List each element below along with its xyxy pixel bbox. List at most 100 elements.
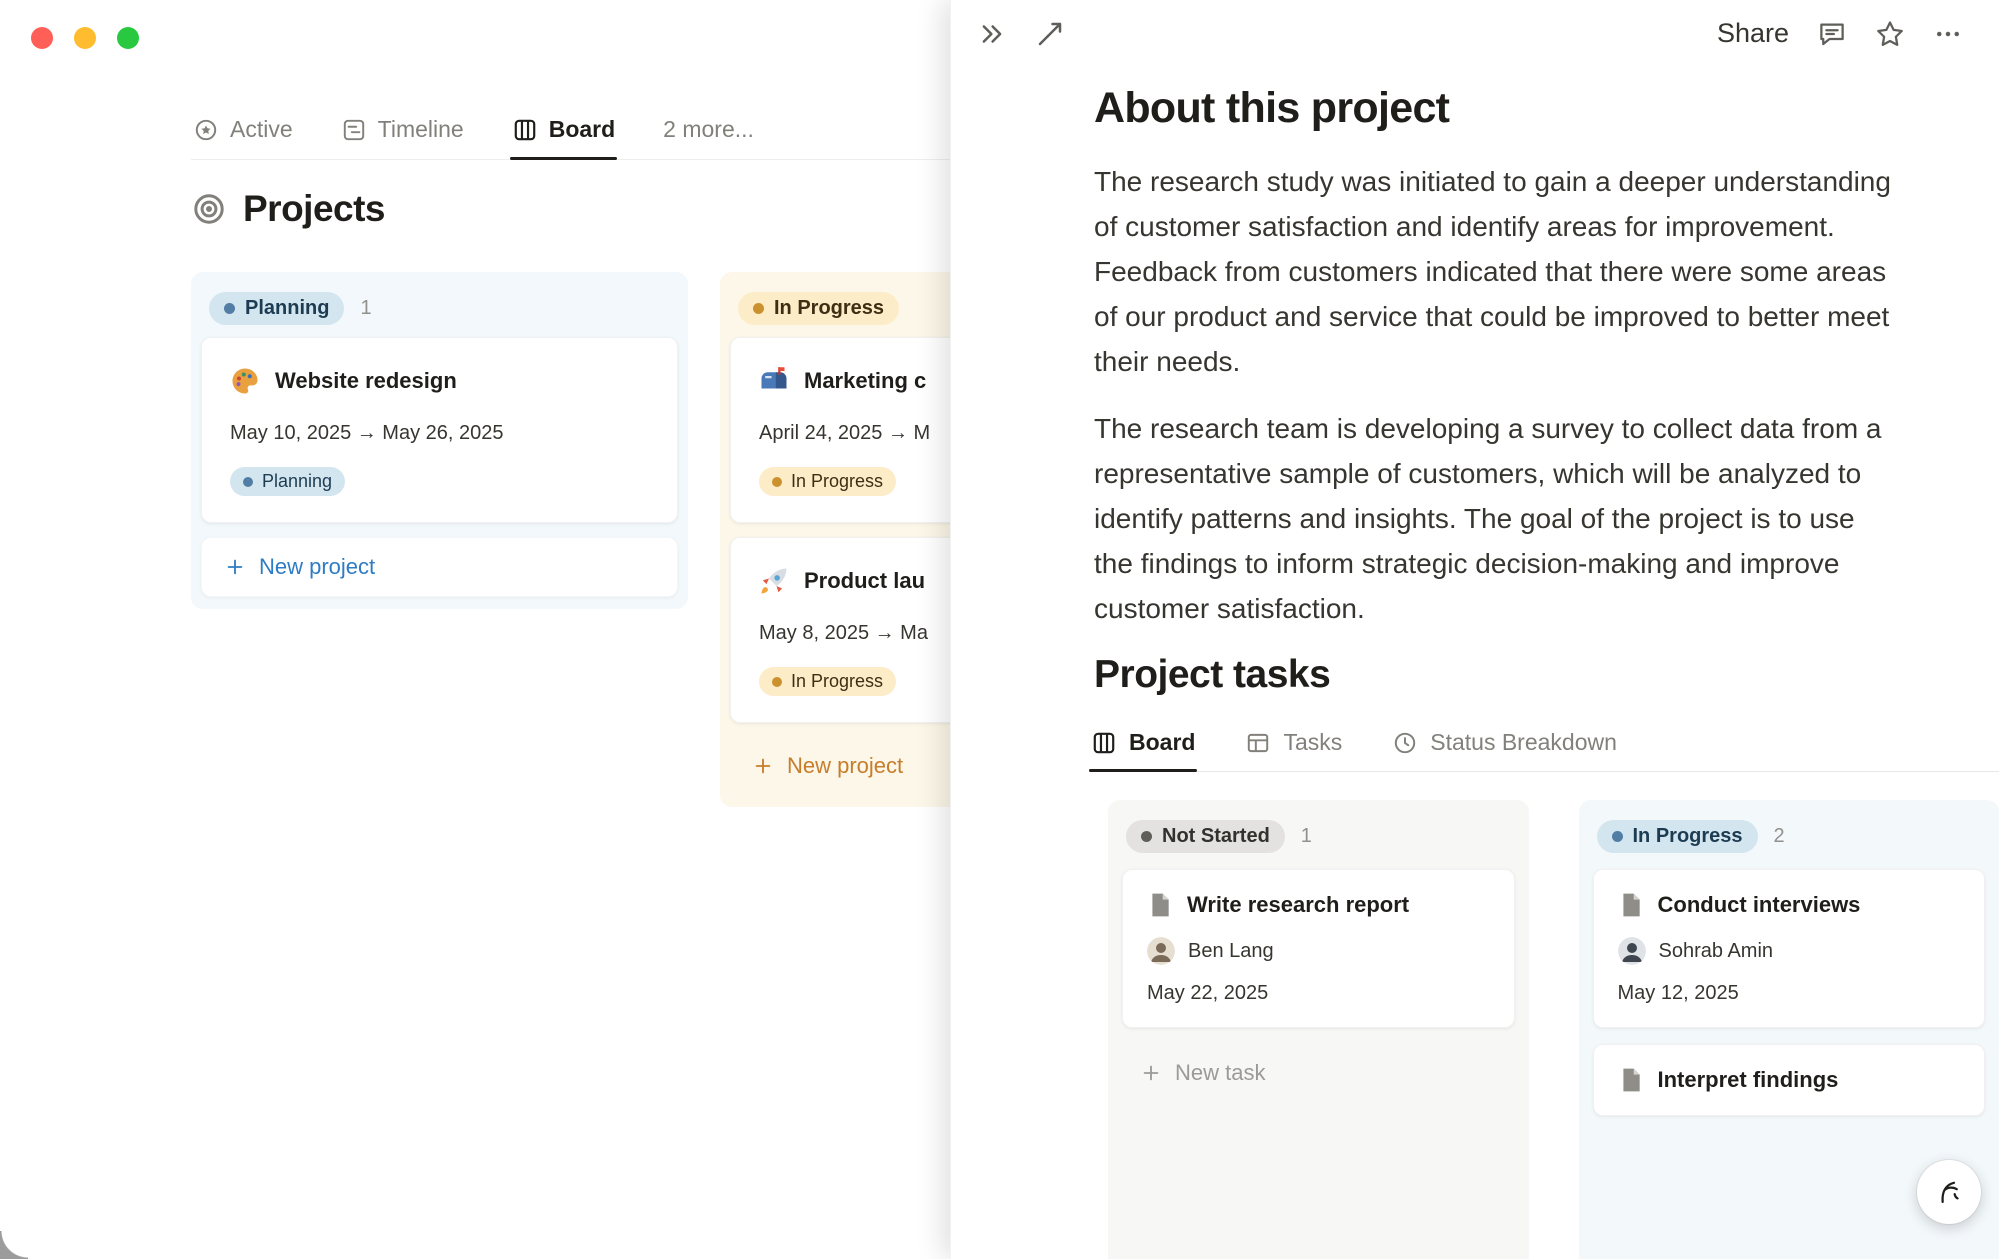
new-project-label: New project	[259, 554, 375, 580]
toolbar-right: Share	[1717, 18, 1963, 49]
assignee-row: Sohrab Amin	[1618, 937, 1961, 965]
minimize-button[interactable]	[74, 27, 96, 49]
zoom-button[interactable]	[117, 27, 139, 49]
more-button[interactable]	[1933, 19, 1963, 49]
tag-label: In Progress	[791, 671, 883, 692]
status-dot	[243, 477, 253, 487]
status-label: In Progress	[1633, 825, 1743, 848]
view-tab-board[interactable]: Board	[510, 106, 617, 159]
comments-button[interactable]	[1817, 19, 1847, 49]
new-project-button[interactable]: New project	[201, 537, 678, 597]
column-header: In Progress 2	[1585, 806, 1994, 865]
status-badge[interactable]: Planning	[209, 292, 344, 325]
star-circle-icon	[193, 117, 219, 143]
column-header: Planning 1	[197, 278, 682, 337]
card-status-tag: In Progress	[759, 467, 896, 496]
status-badge[interactable]: In Progress	[1597, 820, 1758, 853]
tag-label: Planning	[262, 471, 332, 492]
expand-page-button[interactable]	[1035, 19, 1065, 49]
column-count: 1	[1301, 825, 1312, 848]
section-heading-tasks: Project tasks	[1094, 653, 1999, 697]
task-card[interactable]: Write research report Ben Lang May 22, 2…	[1122, 869, 1515, 1028]
tab-status-breakdown[interactable]: Status Breakdown	[1390, 727, 1619, 771]
due-date: May 12, 2025	[1618, 982, 1961, 1005]
status-badge[interactable]: Not Started	[1126, 820, 1285, 853]
status-dot	[772, 477, 782, 487]
status-dot	[224, 303, 235, 314]
card-title: Marketing c	[804, 368, 926, 394]
peek-content: About this project The research study wa…	[1089, 84, 1999, 1259]
double-chevron-right-icon	[977, 19, 1007, 49]
tasks-board: Not Started 1 Write research report	[1108, 800, 1999, 1259]
task-card[interactable]: Conduct interviews Sohrab Amin May 12, 2…	[1593, 869, 1986, 1028]
close-button[interactable]	[31, 27, 53, 49]
status-dot	[753, 303, 764, 314]
plus-icon	[1140, 1062, 1162, 1084]
due-date: May 22, 2025	[1147, 982, 1490, 1005]
tab-label: Tasks	[1283, 729, 1342, 756]
card-title-row: Interpret findings	[1618, 1067, 1961, 1093]
card-title: Product lau	[804, 568, 925, 594]
card-title: Website redesign	[275, 368, 457, 394]
page-icon	[1147, 892, 1173, 918]
view-tabs: Active Timeline Board 2 more...	[191, 106, 950, 160]
more-views-tab[interactable]: 2 more...	[661, 106, 756, 159]
palette-icon	[230, 366, 260, 396]
ai-face-icon	[1932, 1175, 1966, 1209]
card-title: Conduct interviews	[1658, 892, 1861, 918]
card-status-tag: In Progress	[759, 667, 896, 696]
status-label: Not Started	[1162, 825, 1270, 848]
column-header: Not Started 1	[1114, 806, 1523, 865]
clock-icon	[1392, 730, 1418, 756]
card-status-tag: Planning	[230, 467, 345, 496]
ellipsis-icon	[1933, 19, 1963, 49]
new-task-button[interactable]: New task	[1118, 1044, 1519, 1102]
status-badge[interactable]: In Progress	[738, 292, 899, 325]
view-tab-label: Timeline	[378, 116, 464, 143]
view-tab-active[interactable]: Active	[191, 106, 295, 159]
view-tab-label: 2 more...	[663, 116, 754, 143]
plus-icon	[752, 755, 774, 777]
about-section: About this project The research study wa…	[1094, 84, 1899, 631]
card-title-row: Website redesign	[230, 366, 649, 396]
card-title: Write research report	[1187, 892, 1409, 918]
close-peek-button[interactable]	[977, 19, 1007, 49]
column-count: 1	[360, 297, 371, 320]
project-card[interactable]: Website redesign May 10, 2025 → May 26, …	[201, 337, 678, 523]
new-project-label: New project	[787, 753, 903, 779]
status-dot	[772, 677, 782, 687]
card-dates: May 10, 2025 → May 26, 2025	[230, 422, 649, 445]
notion-ai-button[interactable]	[1917, 1160, 1981, 1224]
page-title: Projects	[243, 188, 385, 230]
window-corner	[0, 1231, 28, 1259]
page-icon	[1618, 1067, 1644, 1093]
side-peek-panel: Share About this project The research st…	[950, 0, 1999, 1259]
tab-tasks[interactable]: Tasks	[1243, 727, 1344, 771]
comment-icon	[1817, 19, 1847, 49]
card-title-row: Conduct interviews	[1618, 892, 1961, 918]
card-tag-row: Planning	[230, 467, 649, 496]
tag-label: In Progress	[791, 471, 883, 492]
board-column-planning: Planning 1 Website redesign May 10, 2025…	[191, 272, 688, 609]
traffic-lights	[31, 27, 139, 49]
avatar	[1147, 937, 1175, 965]
about-paragraph: The research team is developing a survey…	[1094, 406, 1899, 631]
tab-label: Status Breakdown	[1430, 729, 1617, 756]
task-card[interactable]: Interpret findings	[1593, 1044, 1986, 1116]
section-heading-about: About this project	[1094, 84, 1899, 133]
view-tab-timeline[interactable]: Timeline	[339, 106, 466, 159]
share-button[interactable]: Share	[1717, 18, 1789, 49]
tab-board[interactable]: Board	[1089, 727, 1197, 771]
status-dot	[1612, 831, 1623, 842]
status-label: In Progress	[774, 297, 884, 320]
column-count: 2	[1774, 825, 1785, 848]
new-task-label: New task	[1175, 1060, 1265, 1086]
peek-toolbar: Share	[977, 18, 1963, 49]
favorite-button[interactable]	[1875, 19, 1905, 49]
plus-icon	[224, 556, 246, 578]
table-icon	[1245, 730, 1271, 756]
page-icon	[1618, 892, 1644, 918]
status-label: Planning	[245, 297, 329, 320]
diagonal-expand-icon	[1035, 19, 1065, 49]
board-icon	[1091, 730, 1117, 756]
